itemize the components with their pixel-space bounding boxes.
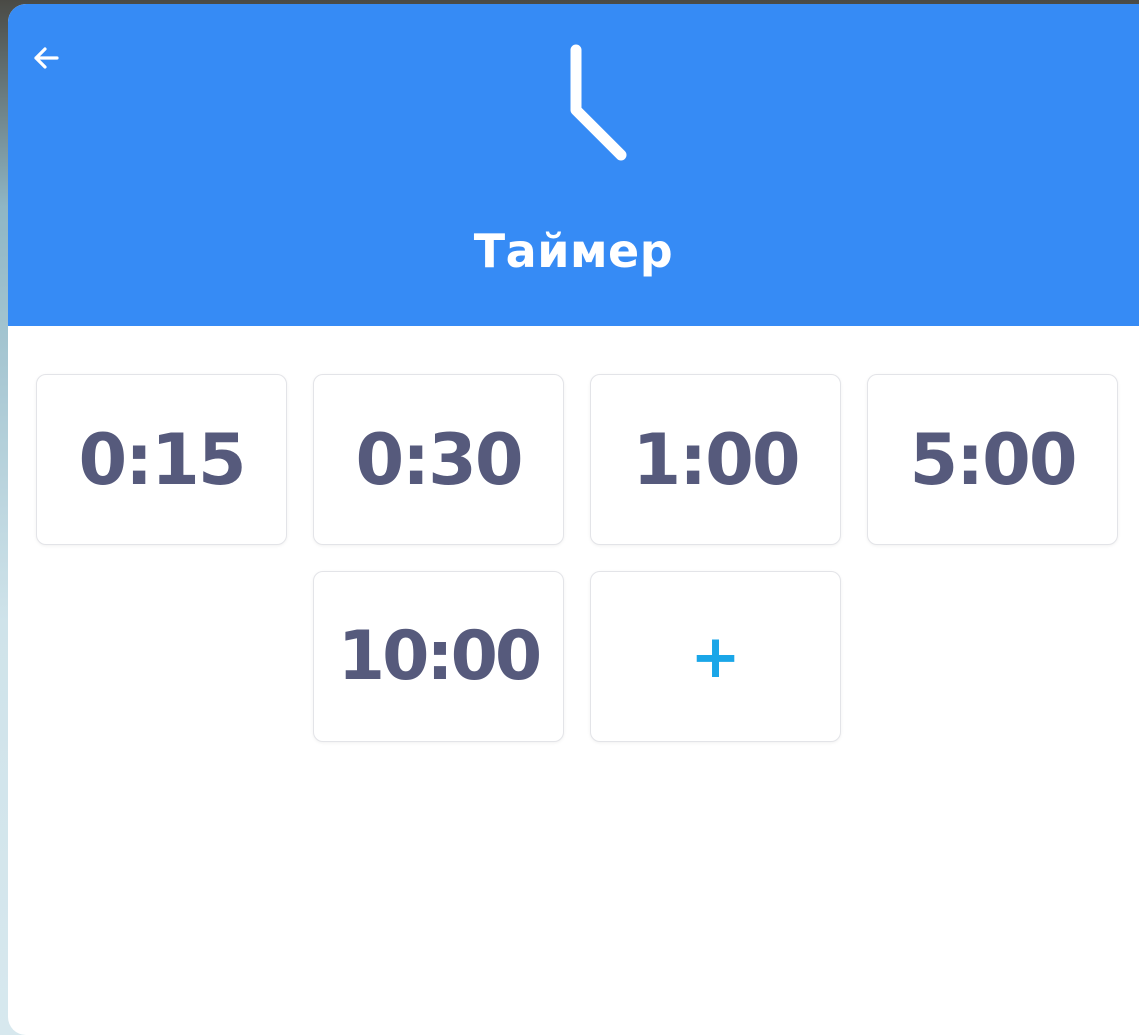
- timer-panel: Таймер 0:15 0:30 1:00 5:00 10:00 +: [8, 4, 1139, 1035]
- page-title: Таймер: [473, 224, 674, 278]
- header: Таймер: [8, 4, 1139, 326]
- clock-icon: [570, 44, 627, 161]
- arrow-left-icon: [34, 47, 59, 69]
- preset-button-5-00[interactable]: 5:00: [867, 374, 1118, 545]
- back-button[interactable]: [26, 38, 66, 78]
- add-timer-button[interactable]: +: [590, 571, 841, 742]
- preset-button-1-00[interactable]: 1:00: [590, 374, 841, 545]
- preset-button-0-15[interactable]: 0:15: [36, 374, 287, 545]
- preset-button-0-30[interactable]: 0:30: [313, 374, 564, 545]
- plus-icon: +: [690, 621, 741, 692]
- preset-button-10-00[interactable]: 10:00: [313, 571, 564, 742]
